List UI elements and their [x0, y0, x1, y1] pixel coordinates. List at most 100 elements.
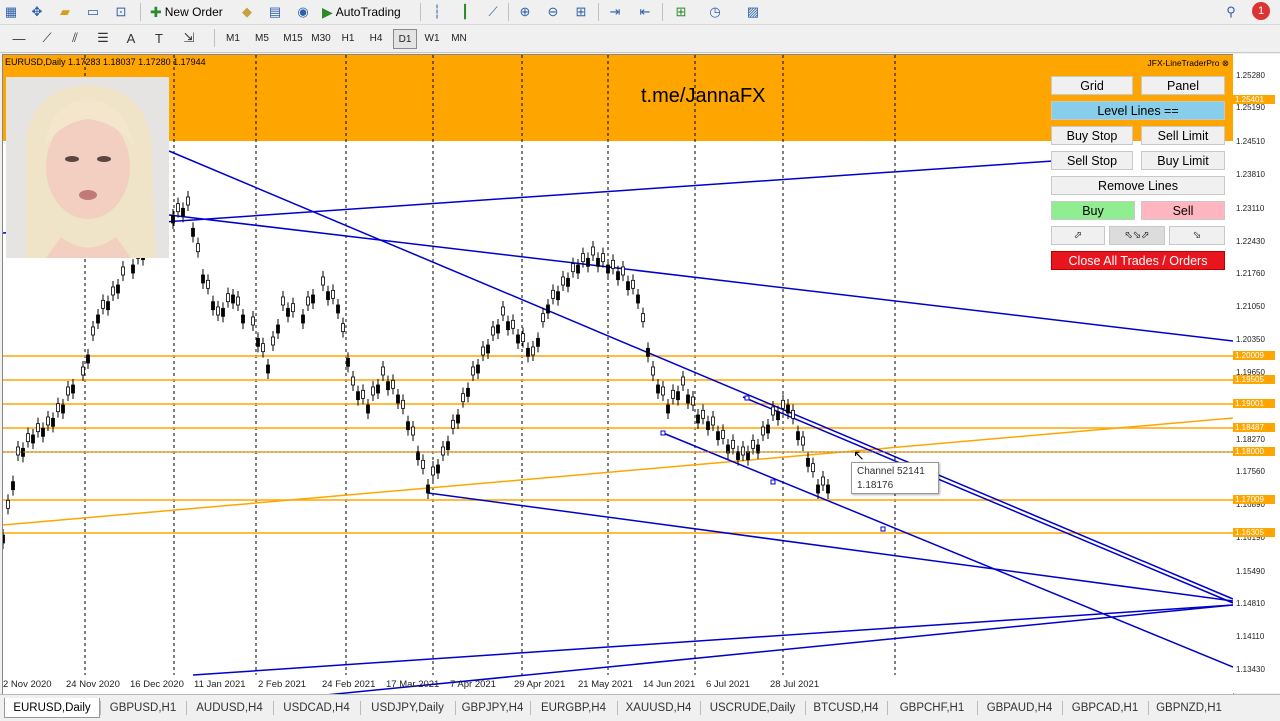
tab-gbpjpy-h4[interactable]: GBPJPY,H4 — [455, 698, 530, 718]
anchor-point — [744, 395, 750, 401]
tab-gbpchf-h1[interactable]: GBPCHF,H1 — [887, 698, 977, 718]
tab-eurgbp-h4[interactable]: EURGBP,H4 — [530, 698, 617, 718]
price-chart[interactable]: EURUSD,Daily 1.17283 1.18037 1.17280 1.1… — [2, 54, 1234, 695]
metaeditor-icon[interactable]: ◆ — [238, 3, 256, 21]
timeframe-m5[interactable]: M5 — [252, 29, 272, 47]
arrow-down-left-icon[interactable]: ⬂ — [1169, 226, 1225, 245]
price-label: 1.21760 — [1236, 269, 1265, 278]
tab-gbpcad-h1[interactable]: GBPCAD,H1 — [1062, 698, 1148, 718]
candle-body — [56, 403, 60, 413]
tab-eurusd-daily[interactable]: EURUSD,Daily — [4, 698, 100, 718]
arrows-both-icon[interactable]: ⬁⬂⬀ — [1109, 226, 1165, 245]
bar-chart-icon[interactable]: ┆ — [428, 3, 446, 21]
price-label: 1.25190 — [1236, 103, 1265, 112]
navigator-icon[interactable]: ▤ — [266, 3, 284, 21]
data-window-icon[interactable]: ⊡ — [112, 3, 130, 21]
tile-windows-icon[interactable]: ⊞ — [572, 3, 590, 21]
candle-body — [681, 376, 685, 386]
tab-uscrude-daily[interactable]: USCRUDE,Daily — [700, 698, 805, 718]
buy-button[interactable]: Buy — [1051, 201, 1135, 220]
close-icon[interactable]: ⊗ — [1222, 58, 1229, 68]
notification-badge[interactable]: 1 — [1252, 2, 1270, 20]
tab-gbpusd-h1[interactable]: GBPUSD,H1 — [100, 698, 186, 718]
signals-icon[interactable]: ◉ — [294, 3, 312, 21]
line-chart-icon[interactable]: ⟋ — [484, 3, 502, 21]
tab-usdjpy-daily[interactable]: USDJPY,Daily — [360, 698, 455, 718]
timeframe-m30[interactable]: M30 — [308, 29, 334, 47]
price-label: 1.24510 — [1236, 137, 1265, 146]
new-chart-icon[interactable]: ▦ — [2, 3, 20, 21]
indicators-icon[interactable]: ⊞ — [672, 3, 690, 21]
tab-xauusd-h4[interactable]: XAUUSD,H4 — [617, 698, 700, 718]
price-label: 1.15490 — [1236, 567, 1265, 576]
text-label-tool-icon[interactable]: T — [150, 29, 168, 47]
panel-button[interactable]: Panel — [1141, 76, 1225, 95]
channel-tool-icon[interactable]: ⫽ — [66, 29, 84, 47]
candle-body — [221, 307, 225, 317]
date-label: 24 Feb 2021 — [322, 679, 376, 690]
tab-usdcad-h4[interactable]: USDCAD,H4 — [273, 698, 360, 718]
candle-body — [321, 276, 325, 286]
candle-body — [696, 414, 700, 424]
new-order-button[interactable]: ✚ New Order — [150, 2, 223, 22]
arrows-tool-icon[interactable]: ⇲ — [180, 29, 198, 47]
timeframe-m15[interactable]: M15 — [280, 29, 306, 47]
tab-audusd-h4[interactable]: AUDUSD,H4 — [186, 698, 273, 718]
date-label: 6 Jul 2021 — [706, 679, 750, 690]
candle-body — [741, 446, 745, 456]
price-label: 1.18270 — [1236, 435, 1265, 444]
buy-stop-button[interactable]: Buy Stop — [1051, 126, 1133, 145]
grid-button[interactable]: Grid — [1051, 76, 1133, 95]
remove-lines-button[interactable]: Remove Lines — [1051, 176, 1225, 195]
price-label: 1.21050 — [1236, 302, 1265, 311]
candle-body — [111, 286, 115, 296]
candle-body — [766, 424, 770, 434]
autotrading-button[interactable]: ▶ AutoTrading — [322, 2, 401, 22]
candle-body — [631, 279, 635, 289]
search-icon[interactable]: ⚲ — [1222, 3, 1240, 21]
candle-body — [491, 326, 495, 336]
sell-button[interactable]: Sell — [1141, 201, 1225, 220]
autoscroll-icon[interactable]: ⇤ — [636, 3, 654, 21]
timeframe-mn[interactable]: MN — [447, 29, 471, 47]
timeframe-h1[interactable]: H1 — [338, 29, 358, 47]
candle-body — [591, 246, 595, 256]
zoom-in-icon[interactable]: ⊕ — [516, 3, 534, 21]
timeframe-m1[interactable]: M1 — [223, 29, 243, 47]
sell-stop-button[interactable]: Sell Stop — [1051, 151, 1133, 170]
autotrading-icon: ▶ — [322, 3, 333, 20]
timeframe-w1[interactable]: W1 — [421, 29, 443, 47]
chart-shift-icon[interactable]: ⇥ — [606, 3, 624, 21]
buy-limit-button[interactable]: Buy Limit — [1141, 151, 1225, 170]
level-price-box: 1.19505 — [1233, 375, 1275, 384]
candle-body — [26, 433, 30, 443]
candle-body — [561, 276, 565, 286]
arrow-up-right-icon[interactable]: ⬀ — [1051, 226, 1105, 245]
candle-body — [381, 366, 385, 376]
tab-btcusd-h4[interactable]: BTCUSD,H4 — [805, 698, 887, 718]
candle-body — [701, 409, 705, 419]
trendline-tool-icon[interactable]: ⟋ — [38, 29, 56, 47]
profiles-icon[interactable]: ✥ — [28, 3, 46, 21]
horizontal-line-tool-icon[interactable]: — — [10, 29, 28, 47]
sell-limit-button[interactable]: Sell Limit — [1141, 126, 1225, 145]
fibonacci-tool-icon[interactable]: ☰ — [94, 29, 112, 47]
timeframe-h4[interactable]: H4 — [366, 29, 386, 47]
candle-body — [571, 263, 575, 273]
tab-gbpnzd-h1[interactable]: GBPNZD,H1 — [1148, 698, 1230, 718]
timeframe-d1[interactable]: D1 — [393, 29, 417, 49]
candle-body — [801, 436, 805, 446]
periods-icon[interactable]: ◷ — [706, 3, 724, 21]
candle-body — [336, 304, 340, 314]
level-lines-button[interactable]: Level Lines == — [1051, 101, 1225, 120]
open-folder-icon[interactable]: ▰ — [56, 3, 74, 21]
tab-gbpaud-h4[interactable]: GBPAUD,H4 — [977, 698, 1062, 718]
candle-body — [86, 354, 90, 364]
templates-icon[interactable]: ▨ — [744, 3, 762, 21]
candle-body — [176, 203, 180, 213]
close-all-button[interactable]: Close All Trades / Orders — [1051, 251, 1225, 270]
market-watch-icon[interactable]: ▭ — [84, 3, 102, 21]
candlestick-icon[interactable]: ┃ — [456, 3, 474, 21]
text-tool-icon[interactable]: A — [122, 29, 140, 47]
zoom-out-icon[interactable]: ⊖ — [544, 3, 562, 21]
